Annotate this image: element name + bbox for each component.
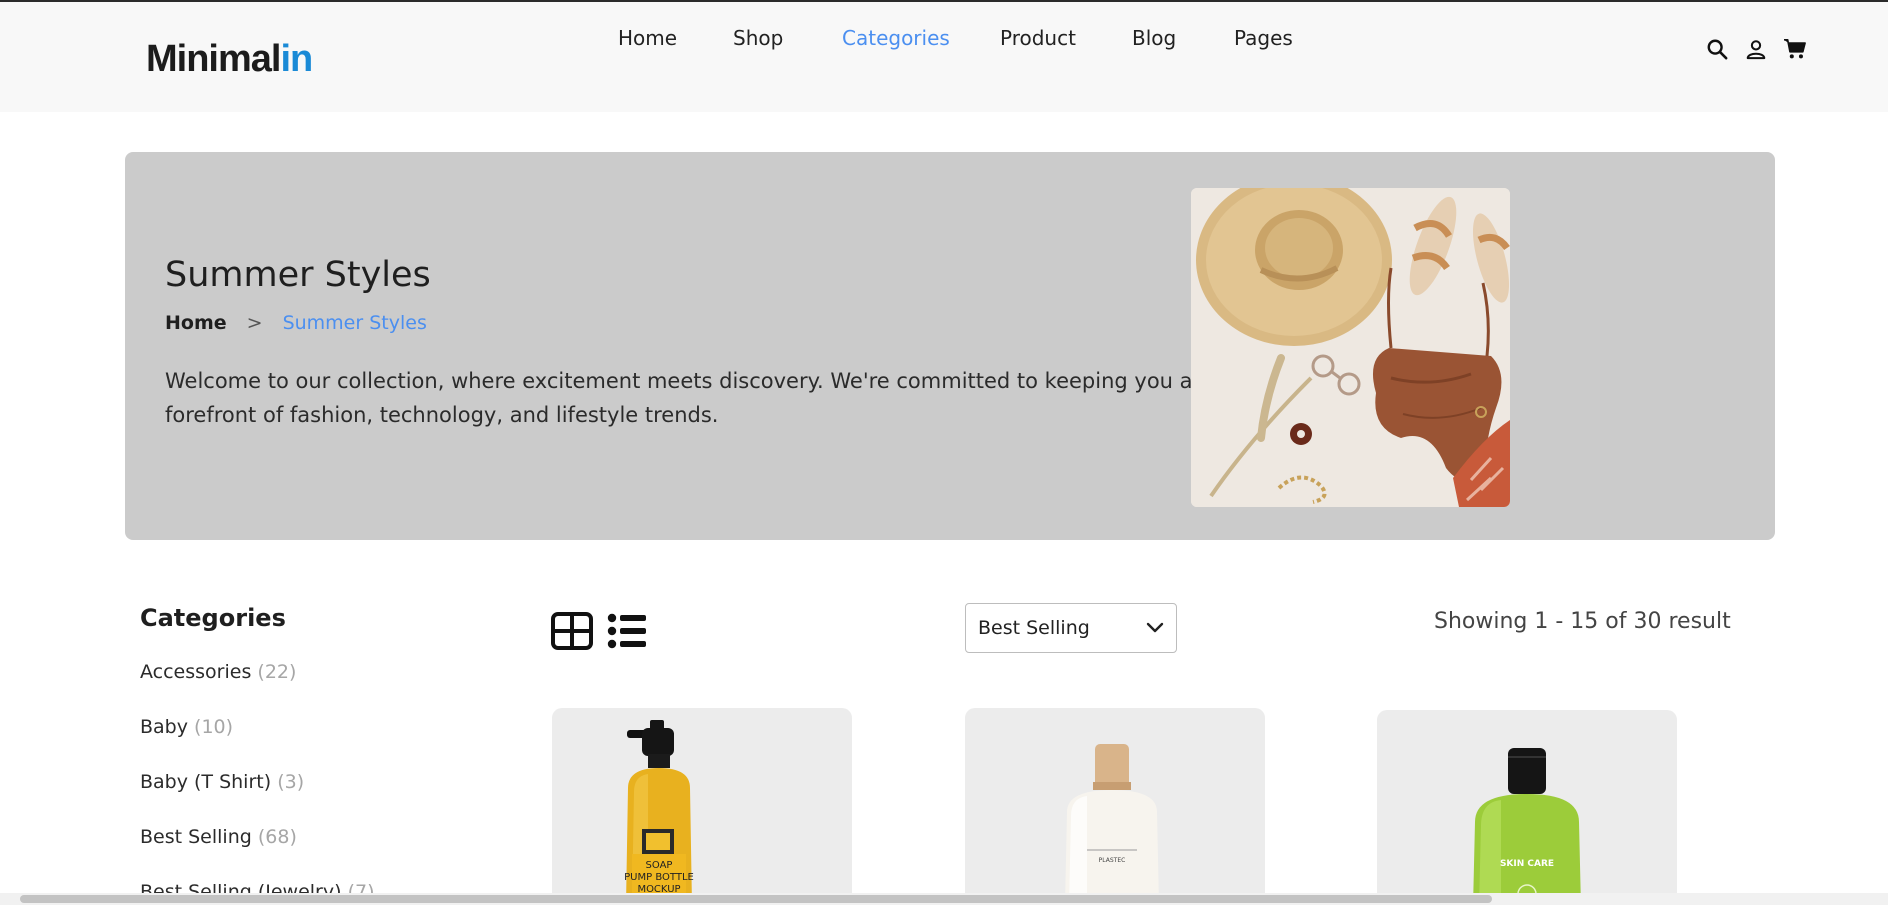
result-count: Showing 1 - 15 of 30 result [1434, 609, 1731, 634]
sort-select-value: Best Selling [978, 617, 1090, 639]
list-view-icon[interactable] [606, 612, 648, 650]
search-icon[interactable] [1702, 34, 1732, 64]
category-item[interactable]: Accessories (22) [140, 661, 296, 683]
site-logo[interactable]: Minimalin [146, 38, 313, 81]
category-count: (3) [277, 771, 305, 793]
category-label: Best Selling [140, 826, 252, 848]
nav-home[interactable]: Home [618, 26, 677, 50]
cart-icon[interactable] [1780, 34, 1810, 64]
product-image: SKIN CARE [1473, 748, 1581, 905]
logo-text: Minimal [146, 38, 281, 80]
nav-categories[interactable]: Categories [842, 26, 950, 50]
sort-select[interactable]: Best Selling [965, 603, 1177, 653]
site-header: Minimalin Home Shop Categories Product B… [0, 2, 1888, 112]
category-item[interactable]: Best Selling (68) [140, 826, 297, 848]
hero-banner: Summer Styles Home > Summer Styles Welco… [125, 152, 1775, 540]
nav-pages[interactable]: Pages [1234, 26, 1293, 50]
breadcrumb-current[interactable]: Summer Styles [283, 312, 427, 334]
category-count: (10) [194, 716, 234, 738]
breadcrumb-home[interactable]: Home [165, 312, 227, 334]
product-image: PLASTEC [1065, 744, 1159, 905]
category-label: Baby (T Shirt) [140, 771, 272, 793]
category-count: (22) [257, 661, 297, 683]
horizontal-scrollbar[interactable] [0, 893, 1888, 905]
breadcrumb: Home > Summer Styles [165, 312, 427, 334]
product-image: SOAP PUMP BOTTLE MOCKUP [624, 720, 694, 905]
product-label-line: SKIN CARE [1500, 859, 1554, 869]
nav-shop[interactable]: Shop [733, 26, 783, 50]
nav-product[interactable]: Product [1000, 26, 1076, 50]
category-count: (68) [257, 826, 297, 848]
product-label-line: PUMP BOTTLE [624, 872, 694, 883]
hero-description: Welcome to our collection, where excitem… [165, 369, 1242, 427]
page-title: Summer Styles [165, 255, 431, 295]
chevron-down-icon [1146, 619, 1164, 642]
product-card[interactable]: SKIN CARE [1377, 710, 1677, 905]
grid-view-icon[interactable] [551, 612, 593, 650]
summer-styles-image [1191, 188, 1510, 507]
category-item[interactable]: Baby (10) [140, 716, 233, 738]
logo-accent-text: in [280, 38, 313, 80]
product-label-line: PLASTEC [1099, 857, 1126, 864]
category-item[interactable]: Baby (T Shirt) (3) [140, 771, 304, 793]
category-label: Accessories [140, 661, 252, 683]
categories-heading: Categories [140, 604, 286, 632]
product-label-line: SOAP [646, 860, 673, 871]
horizontal-scrollbar-thumb[interactable] [20, 895, 1492, 903]
nav-blog[interactable]: Blog [1132, 26, 1176, 50]
category-label: Baby [140, 716, 188, 738]
product-card[interactable]: SOAP PUMP BOTTLE MOCKUP [552, 708, 852, 905]
product-card[interactable]: PLASTEC [965, 708, 1265, 905]
breadcrumb-separator: > [246, 312, 263, 334]
user-icon[interactable] [1741, 34, 1771, 64]
